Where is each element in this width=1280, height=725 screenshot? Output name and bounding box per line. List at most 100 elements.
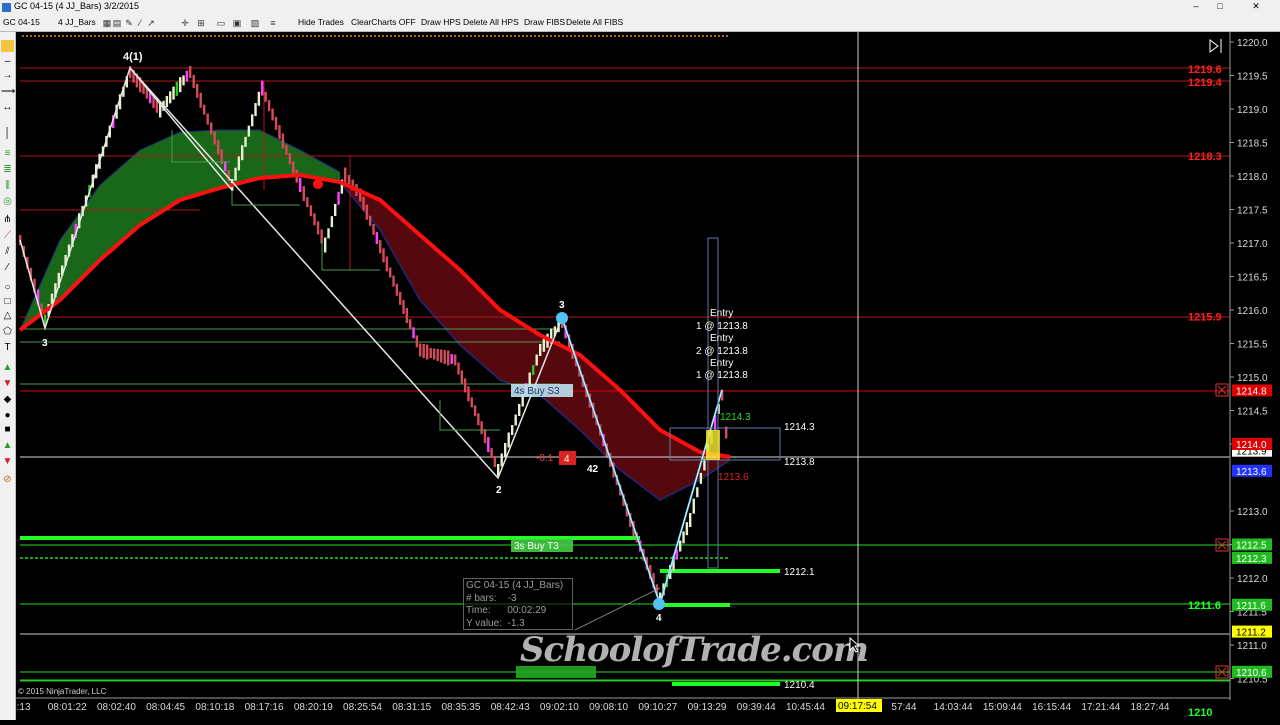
- time-tick-label: 57:44: [891, 702, 916, 713]
- draw-fibs-button[interactable]: Draw FIBS: [524, 17, 565, 27]
- price-tick-label: 1217.0: [1237, 239, 1268, 250]
- swing-label: 2: [496, 485, 502, 496]
- price-marker-label: 1214.0: [1236, 440, 1267, 451]
- clearcharts-button[interactable]: ClearCharts OFF: [351, 17, 416, 27]
- data-box-key: # bars:: [466, 592, 497, 604]
- ruler-icon[interactable]: ↗: [146, 18, 156, 28]
- entry-qty: 2 @ 1213.8: [696, 346, 748, 357]
- triangle-icon[interactable]: △: [1, 310, 14, 322]
- time-tick-label: 08:04:45: [146, 702, 185, 713]
- strategy-icon[interactable]: ▣: [232, 18, 242, 28]
- gann-fan-icon[interactable]: ⟋: [1, 230, 14, 242]
- maximize-button[interactable]: □: [1210, 0, 1230, 13]
- fib-extension-icon[interactable]: ≣: [1, 164, 14, 176]
- support-level-label: 1210: [1188, 707, 1212, 719]
- color-swatch-icon[interactable]: [1, 40, 14, 52]
- fib-time-icon[interactable]: ⫼: [1, 180, 14, 192]
- swing-label: 4: [656, 613, 662, 624]
- time-tick-label: 08:10:18: [195, 702, 234, 713]
- close-button[interactable]: ✕: [1236, 0, 1276, 13]
- time-tick-label: 08:42:43: [491, 702, 530, 713]
- draw-hps-button[interactable]: Draw HPS: [421, 17, 461, 27]
- properties-icon[interactable]: ▤: [112, 18, 122, 28]
- instrument-selector[interactable]: GC 04-15: [3, 17, 40, 27]
- square-icon[interactable]: ■: [1, 424, 14, 436]
- time-tick-label: 18:27:44: [1131, 702, 1170, 713]
- price-marker-label: 1213.6: [1236, 467, 1267, 478]
- level-label: 1213.6: [718, 472, 749, 483]
- horizontal-line-icon[interactable]: –: [1, 56, 14, 68]
- chart-panel[interactable]: 4(1) 3 2 3 4 Entry 1 @ 1213.8 Entry 2 @ …: [5, 32, 1280, 720]
- fib-retracement-icon[interactable]: ≡: [1, 148, 14, 160]
- bars-count: 42: [587, 464, 599, 475]
- trend-channel-icon[interactable]: ∕: [1, 262, 14, 274]
- time-tick-label: 10:45:44: [786, 702, 825, 713]
- regression-channel-icon[interactable]: ⫽: [1, 246, 14, 258]
- delete-all-fibs-button[interactable]: Delete All FIBS: [566, 17, 623, 27]
- remove-drawings-icon[interactable]: ⊘: [1, 474, 14, 486]
- watermark-logo: SchoolofTrade.com: [520, 630, 869, 670]
- time-tick-label: 47:13: [16, 702, 31, 713]
- rectangle-icon[interactable]: □: [1, 296, 14, 308]
- polygon-icon[interactable]: ⬠: [1, 326, 14, 338]
- price-axis: 1220.0 1219.5 1219.0 1218.5 1218.0 1217.5 1217…: [1188, 32, 1272, 719]
- ray-icon[interactable]: ⟶: [1, 86, 15, 98]
- delete-all-hps-button[interactable]: Delete All HPS: [463, 17, 519, 27]
- dot-icon[interactable]: ●: [1, 410, 14, 422]
- drawing-toolbar: – → ⟶ ↔ │ ≡ ≣ ⫼ ◎ ⋔ ⟋ ⫽ ∕ ○ □ △ ⬠ T ▲ ▼ …: [0, 32, 16, 720]
- bartype-selector[interactable]: 4 JJ_Bars: [58, 17, 96, 27]
- bar-style-icon[interactable]: ▦: [102, 18, 112, 28]
- level-label: 1212.1: [784, 567, 815, 578]
- triangle-up-icon[interactable]: ▲: [1, 440, 14, 452]
- price-marker-label: 1212.5: [1236, 541, 1267, 552]
- level-label: 1210.4: [784, 680, 815, 691]
- andrews-pitchfork-icon[interactable]: ⋔: [1, 214, 14, 226]
- price-tick-label: 1220.0: [1237, 38, 1268, 49]
- fib-circle-icon[interactable]: ◎: [1, 196, 14, 208]
- time-tick-label: 08:17:16: [245, 702, 284, 713]
- price-tick-label: 1216.0: [1237, 306, 1268, 317]
- hide-trades-button[interactable]: Hide Trades: [298, 17, 344, 27]
- time-tick-label: 09:10:27: [638, 702, 677, 713]
- crosshair-icon[interactable]: ✛: [180, 18, 190, 28]
- window-title: GC 04-15 (4 JJ_Bars) 3/2/2015: [14, 1, 140, 11]
- time-tick-label: 15:09:44: [983, 702, 1022, 713]
- minimize-button[interactable]: –: [1186, 0, 1206, 13]
- extended-line-icon[interactable]: ↔: [1, 102, 14, 114]
- arrow-down-icon[interactable]: ▼: [1, 378, 14, 390]
- image-icon[interactable]: ▧: [250, 18, 260, 28]
- data-box-value: -1.3: [507, 617, 525, 629]
- arrow-up-icon[interactable]: ▲: [1, 362, 14, 374]
- time-tick-label: 08:20:19: [294, 702, 333, 713]
- level-label: 1213.8: [784, 457, 815, 468]
- time-tick-label: 17:21:44: [1081, 702, 1120, 713]
- data-box-icon[interactable]: ▭: [216, 18, 226, 28]
- resistance-level-label: 1219.6: [1188, 64, 1222, 76]
- vertical-line-icon[interactable]: │: [1, 128, 14, 140]
- price-tick-label: 1214.5: [1237, 407, 1268, 418]
- triangle-down-icon[interactable]: ▼: [1, 456, 14, 468]
- list-icon[interactable]: ≡: [268, 18, 278, 28]
- drawing-tools-icon[interactable]: ⁄: [135, 18, 145, 28]
- ellipse-icon[interactable]: ○: [1, 282, 14, 294]
- data-box-value: 00:02:29: [507, 605, 547, 616]
- price-tick-label: 1213.0: [1237, 507, 1268, 518]
- buy-signal-label: 3s Buy T3: [514, 541, 559, 552]
- swing-lines: [19, 66, 781, 631]
- copyright-text: © 2015 NinjaTrader, LLC: [18, 687, 107, 696]
- resistance-level-label: 1218.3: [1188, 151, 1222, 163]
- time-tick-label: 08:25:54: [343, 702, 382, 713]
- data-box-tooltip: GC 04-15 (4 JJ_Bars) # bars: -3 Time: 00…: [463, 578, 573, 630]
- app-icon: [2, 3, 11, 12]
- close-order-icon[interactable]: [1215, 383, 1229, 397]
- text-tool-icon[interactable]: T: [1, 342, 14, 354]
- price-marker-label: 1210.6: [1236, 668, 1267, 679]
- pencil-icon[interactable]: ✎: [124, 18, 134, 28]
- time-tick-label: 09:13:29: [688, 702, 727, 713]
- scroll-end-icon[interactable]: [1209, 39, 1222, 53]
- zoom-icon[interactable]: ⊞: [196, 18, 206, 28]
- moving-average-cloud: [19, 129, 731, 501]
- price-tick-label: 1218.5: [1237, 139, 1268, 150]
- arrow-line-icon[interactable]: →: [1, 70, 14, 82]
- diamond-icon[interactable]: ◆: [1, 394, 14, 406]
